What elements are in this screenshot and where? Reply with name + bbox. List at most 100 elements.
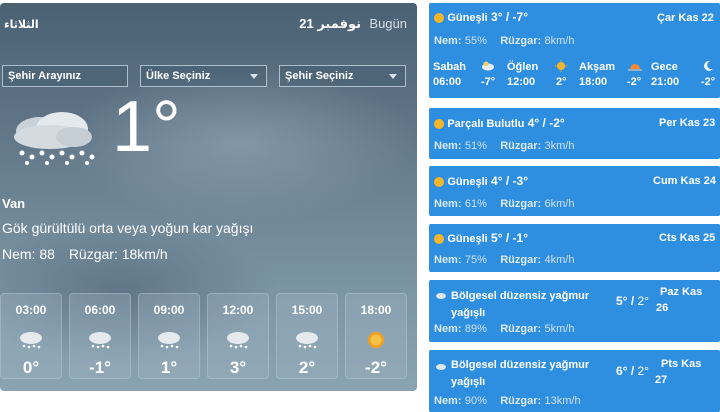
forecast-date: Per Kas 23 bbox=[659, 117, 716, 129]
forecast-card[interactable]: Güneşli 5° / -1° Cts Kas 25 Nem: 75% Rüz… bbox=[429, 224, 720, 272]
sun-icon bbox=[434, 176, 444, 187]
daypart-name: Gece bbox=[651, 61, 678, 73]
forecast-header: Güneşli 5° / -1° bbox=[434, 231, 528, 245]
forecast-date: Çar Kas 22 bbox=[657, 12, 714, 24]
hourly-card: 03:00 0° bbox=[0, 293, 62, 379]
forecast-humidity: 89% bbox=[464, 323, 487, 335]
forecast-condition: Güneşli bbox=[447, 233, 488, 245]
forecast-condition: Güneşli bbox=[447, 12, 488, 24]
forecast-high: 3° bbox=[491, 10, 503, 24]
forecast-humidity: 51% bbox=[464, 140, 487, 152]
hour-time: 18:00 bbox=[360, 303, 392, 317]
daypart-noon: Öğlen 12:00 bbox=[507, 61, 538, 88]
forecast-wind: 8km/h bbox=[544, 35, 575, 47]
city-search-placeholder: Şehir Arayınız bbox=[8, 70, 81, 82]
date-bar: الثلاثاء 21 نوفمبر Bugün bbox=[0, 15, 417, 35]
humidity-label: Nem: bbox=[434, 35, 462, 47]
forecast-wind: 6km/h bbox=[544, 198, 575, 210]
forecast-header: Güneşli 3° / -7° bbox=[434, 10, 528, 24]
sun-icon bbox=[555, 60, 567, 72]
forecast-card[interactable]: Güneşli 4° / -3° Cum Kas 24 Nem: 61% Rüz… bbox=[429, 166, 720, 216]
daypart-evening: Akşam 18:00 bbox=[579, 61, 615, 88]
forecast-wind: 3km/h bbox=[544, 140, 575, 152]
today-label: Bugün bbox=[369, 16, 407, 31]
forecast-low: -2° bbox=[549, 116, 565, 130]
wind-label: Rüzgar: bbox=[500, 395, 542, 407]
country-select-label: Ülke Seçiniz bbox=[146, 70, 211, 82]
daypart-temp: -2° bbox=[701, 76, 716, 88]
sun-icon bbox=[434, 233, 444, 244]
hour-time: 15:00 bbox=[291, 303, 323, 317]
forecast-date-number: 26 bbox=[656, 302, 669, 314]
daypart-temp: -7° bbox=[481, 76, 496, 88]
snow-icon bbox=[20, 332, 42, 349]
rain-cloud-icon bbox=[436, 364, 446, 370]
current-wind: Rüzgar: 18km/h bbox=[68, 246, 168, 262]
forecast-humidity: 61% bbox=[464, 198, 487, 210]
snow-icon bbox=[89, 332, 111, 349]
sun-icon bbox=[434, 12, 444, 23]
humidity-label: Nem: bbox=[434, 140, 462, 152]
partly-cloudy-icon bbox=[434, 118, 444, 129]
forecast-high: 5° bbox=[491, 231, 503, 245]
forecast-date: Pts Kas bbox=[661, 358, 702, 370]
forecast-header: Parçalı Bulutlu 4° / -2° bbox=[434, 116, 565, 130]
forecast-meta: Nem: 61% Rüzgar: 6km/h bbox=[434, 196, 575, 210]
country-select[interactable]: Ülke Seçiniz bbox=[140, 65, 267, 87]
hour-temp: 3° bbox=[229, 358, 247, 377]
forecast-card[interactable]: Parçalı Bulutlu 4° / -2° Per Kas 23 Nem:… bbox=[429, 108, 720, 159]
city-name: Van bbox=[2, 196, 26, 211]
forecast-date: Paz Kas bbox=[660, 286, 703, 298]
hourly-card: 06:00 -1° bbox=[69, 293, 131, 379]
daypart-name: Akşam bbox=[579, 61, 616, 73]
snow-icon bbox=[158, 332, 180, 349]
daypart-time: 06:00 bbox=[433, 76, 462, 88]
hour-time: 06:00 bbox=[84, 303, 116, 317]
forecast-card[interactable]: Bölgesel düzensiz yağmur yağışlı 6° / 2°… bbox=[429, 350, 720, 412]
hourly-card: 18:00 -2° bbox=[345, 293, 407, 379]
forecast-card[interactable]: Güneşli 3° / -7° Çar Kas 22 Nem: 55% Rüz… bbox=[429, 3, 720, 98]
daypart-temp: -2° bbox=[627, 76, 642, 88]
city-select[interactable]: Şehir Seçiniz bbox=[279, 65, 406, 87]
chevron-down-icon bbox=[389, 74, 397, 79]
humidity-label: Nem: bbox=[434, 254, 462, 266]
daypart-name: Sabah bbox=[433, 61, 467, 73]
moon-icon bbox=[704, 60, 713, 71]
forecast-meta: Nem: 90% Rüzgar: 13km/h bbox=[434, 393, 581, 407]
wind-label: Rüzgar: bbox=[500, 198, 542, 210]
daypart-time: 12:00 bbox=[507, 76, 536, 88]
hour-time: 09:00 bbox=[153, 303, 185, 317]
forecast-wind: 4km/h bbox=[544, 254, 575, 266]
city-search-input[interactable]: Şehir Arayınız bbox=[2, 65, 128, 87]
forecast-humidity: 55% bbox=[464, 35, 487, 47]
hourly-card: 12:00 3° bbox=[207, 293, 269, 379]
daypart-time: 21:00 bbox=[651, 76, 680, 88]
forecast-condition: Bölgesel düzensiz yağmur yağışlı bbox=[451, 359, 590, 388]
snow-icon bbox=[227, 332, 249, 349]
forecast-humidity: 90% bbox=[464, 395, 487, 407]
hour-temp: 1° bbox=[160, 358, 178, 377]
city-select-label: Şehir Seçiniz bbox=[285, 70, 354, 82]
hour-time: 12:00 bbox=[222, 303, 254, 317]
daypart-night: Gece 21:00 bbox=[651, 61, 679, 88]
forecast-meta: Nem: 75% Rüzgar: 4km/h bbox=[434, 252, 575, 266]
hour-temp: -1° bbox=[89, 358, 111, 377]
daypart-name: Öğlen bbox=[507, 61, 539, 73]
forecast-condition: Bölgesel düzensiz yağmur yağışlı bbox=[451, 290, 590, 319]
daypart-temp: 2° bbox=[556, 76, 567, 88]
forecast-humidity: 75% bbox=[464, 254, 487, 266]
current-weather-panel: الثلاثاء 21 نوفمبر Bugün Şehir Arayınız … bbox=[0, 3, 417, 391]
moon-cloud-icon bbox=[482, 61, 494, 71]
forecast-card[interactable]: Bölgesel düzensiz yağmur yağışlı 5° / 2°… bbox=[429, 280, 720, 342]
current-humidity: Nem: 88 bbox=[2, 246, 55, 262]
forecast-low: -3° bbox=[512, 174, 528, 188]
daypart-time: 18:00 bbox=[579, 76, 608, 88]
forecast-high: 5° bbox=[616, 294, 628, 308]
forecast-header: Güneşli 4° / -3° bbox=[434, 174, 528, 188]
forecast-date: Cts Kas 25 bbox=[659, 232, 716, 244]
hourly-card: 09:00 1° bbox=[138, 293, 200, 379]
forecast-wind: 5km/h bbox=[544, 323, 575, 335]
current-condition: Gök gürültülü orta veya yoğun kar yağışı bbox=[2, 220, 254, 236]
forecast-meta: Nem: 55% Rüzgar: 8km/h bbox=[434, 33, 575, 47]
current-meta: Nem: 88 Rüzgar: 18km/h bbox=[2, 246, 178, 262]
